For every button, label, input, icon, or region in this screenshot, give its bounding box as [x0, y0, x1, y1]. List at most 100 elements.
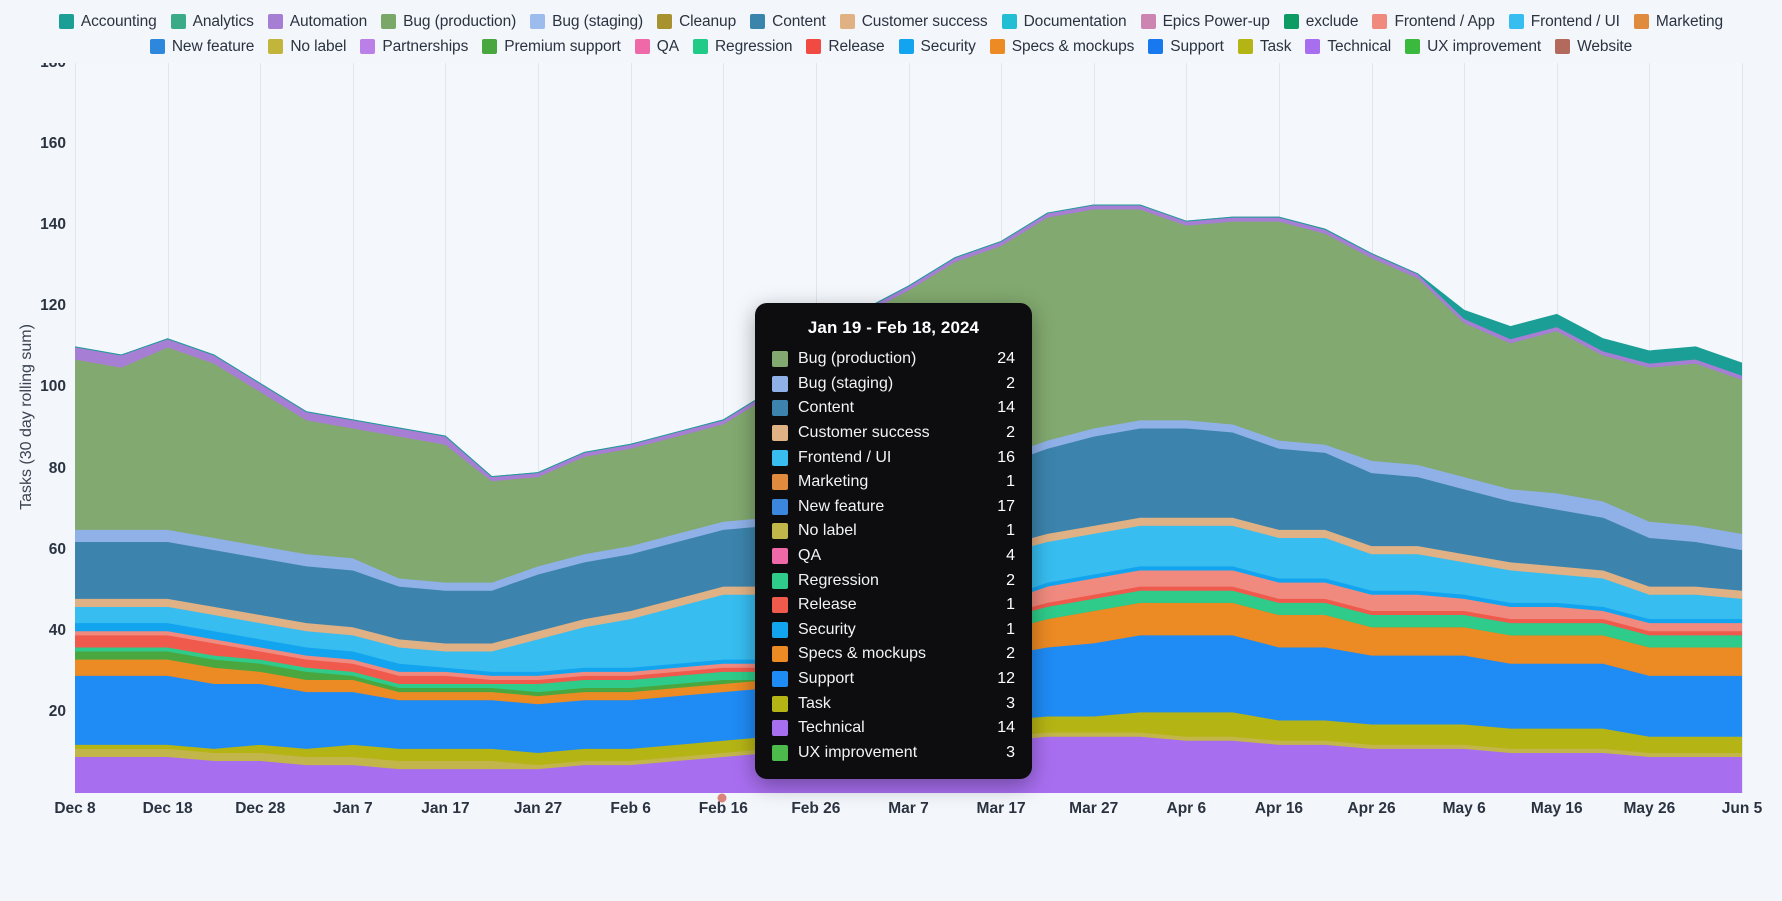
tooltip-title: Jan 19 - Feb 18, 2024	[807, 318, 980, 337]
tooltip-row-label: UX improvement	[798, 743, 918, 761]
tooltip-row-label: Support	[798, 670, 855, 688]
legend-item-label: QA	[656, 37, 679, 55]
legend-item-label: Bug (staging)	[552, 12, 644, 30]
legend-item-label: UX improvement	[1427, 37, 1542, 55]
legend-item[interactable]: Analytics	[170, 9, 254, 34]
legend-item[interactable]: exclude	[1283, 9, 1359, 34]
legend-item[interactable]: UX improvement	[1405, 34, 1541, 59]
legend-item[interactable]: Release	[806, 34, 885, 59]
legend-item[interactable]: Security	[898, 34, 976, 59]
legend-swatch-icon	[58, 14, 74, 29]
tooltip-row: Content 14	[772, 396, 1015, 421]
tooltip-row-value: 3	[1006, 694, 1015, 712]
x-axis-tick-label: Mar 7	[888, 800, 929, 817]
legend-item[interactable]: Cleanup	[657, 9, 736, 34]
x-axis-tick-label: Mar 27	[1069, 800, 1119, 817]
tooltip-row-value: 2	[1006, 645, 1015, 663]
tooltip-row-label: New feature	[798, 497, 885, 515]
tooltip-row-value: 4	[1006, 547, 1015, 565]
legend-item[interactable]: Accounting	[58, 9, 157, 34]
legend-swatch-icon	[898, 39, 914, 54]
tooltip-row-label: Bug (staging)	[798, 374, 894, 392]
legend-item[interactable]: Website	[1555, 34, 1632, 59]
legend-swatch-icon	[1555, 39, 1571, 54]
x-axis-tick-label: Apr 16	[1254, 800, 1304, 817]
tooltip-swatch-icon	[772, 572, 788, 589]
tooltip-row-label: Security	[798, 620, 856, 638]
x-axis-tick-label: Dec 8	[54, 800, 96, 817]
tooltip-row-value: 1	[1006, 596, 1015, 614]
tooltip-swatch-icon	[772, 449, 788, 466]
legend-item-label: Regression	[714, 37, 793, 55]
legend-item[interactable]: New feature	[149, 34, 254, 59]
legend-item[interactable]: Task	[1237, 34, 1291, 59]
legend-item[interactable]: Partnerships	[360, 34, 468, 59]
legend-item-label: Bug (production)	[403, 12, 517, 30]
legend-item-label: Support	[1170, 37, 1224, 55]
legend-swatch-icon	[1508, 14, 1524, 29]
y-axis-tick-label: 20	[48, 702, 66, 720]
legend-item[interactable]: Epics Power-up	[1140, 9, 1270, 34]
legend-swatch-icon	[750, 14, 766, 29]
tooltip-swatch-icon	[772, 425, 788, 442]
legend-swatch-icon	[1283, 14, 1299, 29]
x-axis-tick-label: Jan 27	[513, 800, 563, 817]
hover-marker	[717, 793, 727, 803]
tooltip-row: Regression 2	[772, 568, 1015, 593]
legend-item[interactable]: Bug (staging)	[530, 9, 643, 34]
legend-item[interactable]: Content	[750, 9, 826, 34]
legend-item[interactable]: Technical	[1305, 34, 1391, 59]
x-axis-tick-label: Jan 7	[333, 800, 373, 817]
tooltip-swatch-icon	[772, 695, 788, 712]
legend-item[interactable]: Documentation	[1001, 9, 1127, 34]
legend-swatch-icon	[530, 14, 546, 29]
tooltip-row-label: Bug (production)	[798, 350, 917, 368]
legend-item[interactable]: Frontend / App	[1372, 9, 1495, 34]
y-axis-tick-label: 120	[40, 297, 66, 315]
legend-item[interactable]: Support	[1148, 34, 1224, 59]
tooltip-row: New feature 17	[772, 495, 1015, 520]
tooltip-swatch-icon	[772, 523, 788, 540]
legend-item[interactable]: Specs & mockups	[989, 34, 1134, 59]
legend-item[interactable]: QA	[634, 34, 679, 59]
tooltip-row: Release 1	[772, 593, 1015, 618]
x-axis-tick-label: Feb 26	[791, 800, 841, 817]
tooltip-row-value: 3	[1006, 743, 1015, 761]
tooltip-row: Bug (staging) 2	[772, 372, 1015, 397]
legend-item[interactable]: Frontend / UI	[1508, 9, 1620, 34]
tooltip-row: Support 12	[772, 667, 1015, 692]
y-axis-tick-label: 60	[48, 540, 66, 558]
legend-swatch-icon	[170, 14, 186, 29]
legend-swatch-icon	[1140, 14, 1156, 29]
legend-item-label: Frontend / App	[1394, 12, 1495, 30]
legend-item[interactable]: Regression	[692, 34, 793, 59]
legend-item[interactable]: Automation	[267, 9, 367, 34]
legend-item-label: Epics Power-up	[1162, 12, 1270, 30]
chart-legend: Accounting Analytics Automation Bug (produc…	[0, 0, 1782, 63]
legend-item[interactable]: No label	[268, 34, 347, 59]
legend-item[interactable]: Premium support	[482, 34, 621, 59]
tooltip-row: Customer success 2	[772, 421, 1015, 446]
tooltip-row-value: 2	[1006, 424, 1015, 442]
x-axis-tick-label: May 26	[1623, 800, 1676, 817]
tooltip-swatch-icon	[772, 597, 788, 614]
x-axis-tick-label: Mar 17	[976, 800, 1026, 817]
legend-swatch-icon	[482, 39, 498, 54]
tooltip-row-value: 14	[997, 719, 1015, 737]
tooltip-swatch-icon	[772, 646, 788, 663]
tooltip-row-value: 1	[1006, 473, 1015, 491]
tooltip-swatch-icon	[772, 474, 788, 491]
legend-item[interactable]: Marketing	[1633, 9, 1723, 34]
tooltip-row: Task 3	[772, 691, 1015, 716]
tooltip-row-label: Content	[798, 399, 855, 417]
tooltip-swatch-icon	[772, 671, 788, 688]
tooltip-swatch-icon	[772, 720, 788, 737]
legend-item[interactable]: Customer success	[839, 9, 988, 34]
legend-swatch-icon	[360, 39, 376, 54]
x-axis-tick-label: Dec 28	[235, 800, 286, 817]
tooltip-row-value: 14	[997, 399, 1015, 417]
x-axis-tick-label: May 6	[1442, 800, 1486, 817]
chart-page: Accounting Analytics Automation Bug (produc…	[0, 0, 1782, 901]
legend-item[interactable]: Bug (production)	[381, 9, 516, 34]
tooltip-row-value: 2	[1006, 571, 1015, 589]
